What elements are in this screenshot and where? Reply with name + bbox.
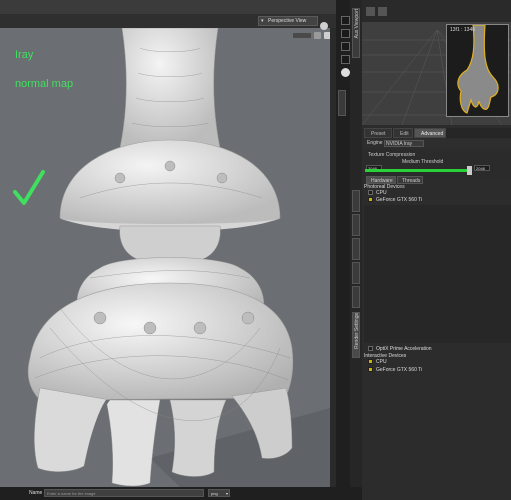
tool-icon-1[interactable] — [341, 16, 350, 25]
side-tab-3[interactable] — [352, 238, 360, 260]
image-extension-select[interactable]: png ▾ — [208, 489, 230, 497]
high-threshold-value[interactable]: 2048 — [474, 165, 490, 171]
interactive-devices-section: OptiX Prime Acceleration Interactive Dev… — [364, 345, 511, 380]
tab-render-settings[interactable]: Render Settings — [352, 312, 360, 358]
camera-view-dropdown[interactable]: ▾ Perspective View — [258, 16, 318, 26]
tab-advanced[interactable]: Advanced — [414, 128, 446, 138]
engine-value: NVIDIA Iray — [386, 141, 413, 147]
overlay-normal-map-label: normal map — [15, 78, 74, 90]
side-tab-4[interactable] — [352, 262, 360, 284]
threshold-slider[interactable] — [365, 169, 469, 172]
side-tab-a[interactable] — [338, 90, 346, 116]
side-tab-5[interactable] — [352, 286, 360, 308]
tab-threads[interactable]: Threads — [397, 176, 423, 184]
engine-row: Engine NVIDIA Iray — [364, 139, 511, 148]
rendered-sculpture — [27, 27, 336, 487]
side-tab-1[interactable] — [352, 190, 360, 212]
viewport-top-strip — [0, 0, 336, 14]
photoreal-devices-section: Photoreal Devices CPU GeForce GTX 560 Ti — [364, 184, 511, 204]
photoreal-device-gpu[interactable]: GeForce GTX 560 Ti — [368, 196, 422, 204]
tool-icon-2[interactable] — [341, 29, 350, 38]
preview-figure — [447, 24, 508, 116]
hardware-tabs: Hardware Threads — [364, 176, 511, 184]
tab-aux-viewport[interactable]: Aux Viewport — [352, 8, 360, 58]
medium-threshold-label: Medium Threshold — [402, 159, 444, 165]
side-tab-2[interactable] — [352, 214, 360, 236]
aux-icon-2[interactable] — [378, 7, 387, 16]
green-check-icon — [13, 170, 45, 205]
aux-toolbar — [362, 0, 511, 22]
engine-label: Engine — [367, 140, 383, 146]
interactive-device-gpu[interactable]: GeForce GTX 560 Ti — [368, 366, 422, 374]
optix-row[interactable]: OptiX Prime Acceleration — [368, 345, 432, 353]
render-canvas[interactable] — [0, 27, 336, 487]
image-name-input[interactable]: Enter a name for the image — [44, 489, 204, 497]
github-icon[interactable] — [341, 68, 350, 77]
camera-view-label: Perspective View — [268, 18, 307, 24]
texture-compression-label: Texture Compression — [368, 152, 416, 158]
interactive-device-cpu[interactable]: CPU — [368, 358, 387, 366]
camera-dropdown-icon: ▾ — [261, 18, 264, 24]
devices-empty-area — [364, 205, 511, 343]
overlay-iray-label: Iray — [15, 49, 34, 61]
image-extension-value: png — [211, 491, 218, 496]
render-preview-frame — [446, 24, 509, 117]
tool-icon-3[interactable] — [341, 42, 350, 51]
main-viewport[interactable]: ▾ Perspective View Iray normal map — [0, 0, 336, 487]
engine-select[interactable]: NVIDIA Iray — [384, 140, 424, 147]
tool-icon-4[interactable] — [341, 55, 350, 64]
tab-hardware[interactable]: Hardware — [366, 176, 396, 184]
texture-compression-section: Texture Compression Medium Threshold 204… — [364, 150, 511, 178]
preview-size-label: 13f1 : 1346 — [450, 27, 476, 33]
render-settings-tabs: Preset Edit Advanced — [364, 128, 511, 138]
image-name-label: Name — [29, 490, 43, 496]
panel-tab-strip: Aux Viewport Render Settings — [350, 0, 362, 500]
checkbox-icon[interactable] — [368, 367, 373, 373]
checkbox-icon[interactable] — [368, 197, 373, 203]
tab-preset[interactable]: Preset — [364, 128, 392, 138]
checkbox-icon[interactable] — [368, 346, 373, 352]
tab-edit[interactable]: Edit — [393, 128, 413, 138]
threshold-slider-handle[interactable] — [467, 166, 472, 175]
chevron-down-icon: ▾ — [225, 491, 228, 496]
checkbox-icon[interactable] — [368, 190, 373, 196]
checkbox-icon[interactable] — [368, 359, 373, 365]
aux-icon-1[interactable] — [366, 7, 375, 16]
